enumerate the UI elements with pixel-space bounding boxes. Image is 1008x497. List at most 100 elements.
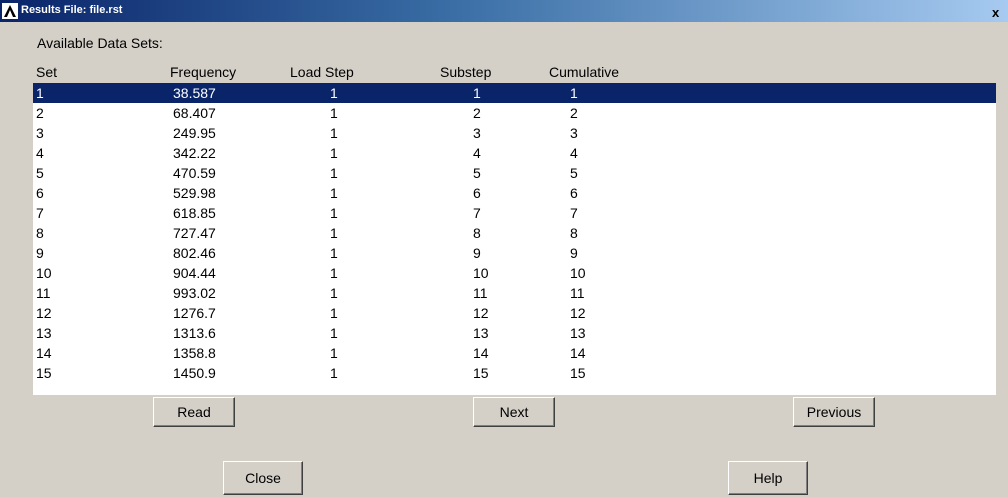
cell-frequency: 618.85 <box>173 205 216 221</box>
cell-set: 5 <box>36 165 44 181</box>
available-data-sets-label: Available Data Sets: <box>37 35 163 51</box>
cell-substep: 15 <box>473 365 489 381</box>
header-substep: Substep <box>440 64 492 80</box>
header-cumulative: Cumulative <box>549 64 620 80</box>
cell-load-step: 1 <box>330 245 338 261</box>
cell-load-step: 1 <box>330 205 338 221</box>
table-row[interactable]: 7 618.85 1 7 7 <box>33 203 996 223</box>
cell-frequency: 38.587 <box>173 85 216 101</box>
cell-cumulative: 9 <box>570 245 578 261</box>
cell-load-step: 1 <box>330 105 338 121</box>
cell-frequency: 904.44 <box>173 265 216 281</box>
table-row[interactable]: 6 529.98 1 6 6 <box>33 183 996 203</box>
cell-set: 4 <box>36 145 44 161</box>
cell-set: 11 <box>36 285 51 301</box>
cell-load-step: 1 <box>330 285 338 301</box>
table-row[interactable]: 4 342.22 1 4 4 <box>33 143 996 163</box>
cell-substep: 14 <box>473 345 489 361</box>
header-load-step: Load Step <box>290 64 354 80</box>
data-sets-listbox[interactable]: Set Frequency Load Step Substep Cumulati… <box>33 61 996 395</box>
cell-cumulative: 10 <box>570 265 586 281</box>
cell-substep: 12 <box>473 305 489 321</box>
cell-frequency: 802.46 <box>173 245 216 261</box>
close-button[interactable]: Close <box>223 461 303 495</box>
window-title: Results File: file.rst <box>21 4 123 16</box>
table-row[interactable]: 2 68.407 1 2 2 <box>33 103 996 123</box>
cell-set: 2 <box>36 105 44 121</box>
cell-cumulative: 8 <box>570 225 578 241</box>
cell-load-step: 1 <box>330 165 338 181</box>
previous-button[interactable]: Previous <box>793 397 875 427</box>
cell-cumulative: 1 <box>570 85 578 101</box>
cell-frequency: 529.98 <box>173 185 216 201</box>
cell-substep: 13 <box>473 325 489 341</box>
cell-cumulative: 5 <box>570 165 578 181</box>
cell-substep: 9 <box>473 245 481 261</box>
table-row[interactable]: 13 1313.6 1 13 13 <box>33 323 996 343</box>
header-set: Set <box>36 64 58 80</box>
ansys-logo-icon <box>2 3 18 19</box>
table-row[interactable]: 14 1358.8 1 14 14 <box>33 343 996 363</box>
cell-cumulative: 2 <box>570 105 578 121</box>
cell-load-step: 1 <box>330 345 338 361</box>
cell-frequency: 993.02 <box>173 285 216 301</box>
cell-substep: 8 <box>473 225 481 241</box>
table-row[interactable]: 11 993.02 1 11 11 <box>33 283 996 303</box>
cell-substep: 5 <box>473 165 481 181</box>
table-row[interactable]: 10 904.44 1 10 10 <box>33 263 996 283</box>
table-row[interactable]: 12 1276.7 1 12 12 <box>33 303 996 323</box>
header-frequency: Frequency <box>170 64 237 80</box>
cell-cumulative: 13 <box>570 325 586 341</box>
cell-frequency: 1313.6 <box>173 325 216 341</box>
cell-substep: 6 <box>473 185 481 201</box>
next-button[interactable]: Next <box>473 397 555 427</box>
cell-set: 8 <box>36 225 44 241</box>
cell-cumulative: 14 <box>570 345 586 361</box>
close-window-icon[interactable]: x <box>992 1 1008 20</box>
cell-load-step: 1 <box>330 325 338 341</box>
ansys-logo-glyph <box>4 5 16 17</box>
cell-frequency: 249.95 <box>173 125 216 141</box>
cell-set: 6 <box>36 185 44 201</box>
cell-set: 10 <box>36 265 52 281</box>
cell-frequency: 470.59 <box>173 165 216 181</box>
cell-substep: 11 <box>473 285 488 301</box>
cell-load-step: 1 <box>330 265 338 281</box>
cell-set: 3 <box>36 125 44 141</box>
cell-substep: 10 <box>473 265 489 281</box>
cell-substep: 2 <box>473 105 481 121</box>
table-row[interactable]: 8 727.47 1 8 8 <box>33 223 996 243</box>
table-row[interactable]: 3 249.95 1 3 3 <box>33 123 996 143</box>
help-button[interactable]: Help <box>728 461 808 495</box>
cell-substep: 3 <box>473 125 481 141</box>
table-row[interactable]: 5 470.59 1 5 5 <box>33 163 996 183</box>
cell-load-step: 1 <box>330 365 338 381</box>
cell-frequency: 1450.9 <box>173 365 216 381</box>
title-bar[interactable]: Results File: file.rst x <box>0 0 1008 22</box>
cell-load-step: 1 <box>330 125 338 141</box>
read-button[interactable]: Read <box>153 397 235 427</box>
cell-set: 7 <box>36 205 44 221</box>
cell-load-step: 1 <box>330 305 338 321</box>
cell-load-step: 1 <box>330 225 338 241</box>
cell-set: 1 <box>36 85 44 101</box>
cell-set: 12 <box>36 305 52 321</box>
cell-load-step: 1 <box>330 185 338 201</box>
cell-frequency: 727.47 <box>173 225 216 241</box>
table-row[interactable]: 1 38.587 1 1 1 <box>33 83 996 103</box>
cell-load-step: 1 <box>330 85 338 101</box>
table-row[interactable]: 9 802.46 1 9 9 <box>33 243 996 263</box>
cell-cumulative: 12 <box>570 305 586 321</box>
list-header: Set Frequency Load Step Substep Cumulati… <box>33 61 996 83</box>
cell-substep: 4 <box>473 145 481 161</box>
cell-set: 15 <box>36 365 52 381</box>
cell-set: 14 <box>36 345 52 361</box>
cell-substep: 7 <box>473 205 481 221</box>
cell-cumulative: 3 <box>570 125 578 141</box>
table-row[interactable]: 15 1450.9 1 15 15 <box>33 363 996 383</box>
cell-frequency: 1358.8 <box>173 345 216 361</box>
cell-cumulative: 7 <box>570 205 578 221</box>
cell-frequency: 342.22 <box>173 145 216 161</box>
cell-set: 9 <box>36 245 44 261</box>
cell-cumulative: 11 <box>570 285 585 301</box>
